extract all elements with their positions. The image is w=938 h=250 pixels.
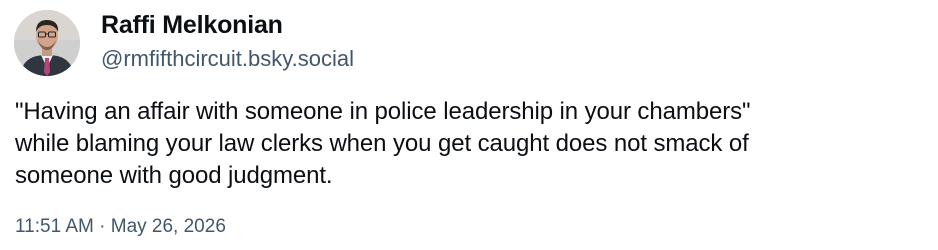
post-text-line: while blaming your law clerks when you g… bbox=[15, 130, 749, 157]
post-card: Raffi Melkonian @rmfifthcircuit.bsky.soc… bbox=[0, 0, 938, 250]
post-text: "Having an affair with someone in police… bbox=[15, 96, 920, 192]
post-text-line: "Having an affair with someone in police… bbox=[15, 98, 751, 125]
author-info: Raffi Melkonian @rmfifthcircuit.bsky.soc… bbox=[101, 8, 354, 74]
author-handle[interactable]: @rmfifthcircuit.bsky.social bbox=[101, 44, 354, 74]
post-timestamp[interactable]: 11:51 AM · May 26, 2026 bbox=[15, 214, 226, 240]
avatar-photo-icon bbox=[14, 10, 80, 76]
post-text-line: someone with good judgment. bbox=[15, 162, 333, 189]
author-display-name[interactable]: Raffi Melkonian bbox=[101, 8, 354, 42]
author-avatar[interactable] bbox=[14, 10, 80, 76]
